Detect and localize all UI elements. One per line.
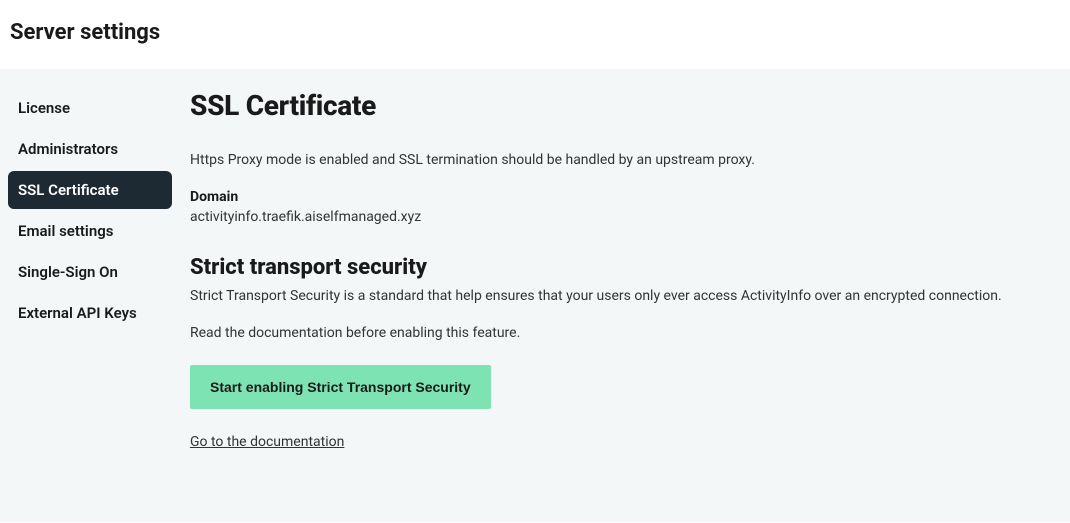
page-header: Server settings bbox=[0, 0, 1070, 69]
sidebar-item-label: Administrators bbox=[18, 140, 118, 158]
sidebar-item-label: Email settings bbox=[18, 222, 113, 240]
sts-title: Strict transport security bbox=[190, 255, 1050, 280]
domain-label: Domain bbox=[190, 189, 1050, 205]
sidebar-item-single-sign-on[interactable]: Single-Sign On bbox=[8, 253, 172, 291]
start-enabling-sts-button[interactable]: Start enabling Strict Transport Security bbox=[190, 365, 491, 409]
sidebar-item-label: License bbox=[18, 99, 70, 117]
sidebar-item-administrators[interactable]: Administrators bbox=[8, 130, 172, 168]
proxy-notice: Https Proxy mode is enabled and SSL term… bbox=[190, 150, 1050, 171]
content-wrapper: License Administrators SSL Certificate E… bbox=[0, 69, 1070, 522]
sidebar-item-ssl-certificate[interactable]: SSL Certificate bbox=[8, 171, 172, 209]
main-content: SSL Certificate Https Proxy mode is enab… bbox=[180, 89, 1070, 492]
sts-description: Strict Transport Security is a standard … bbox=[190, 286, 1050, 307]
sidebar-item-label: SSL Certificate bbox=[18, 181, 119, 199]
sidebar-item-license[interactable]: License bbox=[8, 89, 172, 127]
domain-value: activityinfo.traefik.aiselfmanaged.xyz bbox=[190, 209, 1050, 225]
sidebar-item-label: External API Keys bbox=[18, 304, 137, 322]
sidebar-item-label: Single-Sign On bbox=[18, 263, 118, 281]
page-title: Server settings bbox=[10, 20, 1060, 45]
sidebar-item-email-settings[interactable]: Email settings bbox=[8, 212, 172, 250]
documentation-link[interactable]: Go to the documentation bbox=[190, 434, 344, 450]
sidebar-item-external-api-keys[interactable]: External API Keys bbox=[8, 294, 172, 332]
sts-read-doc: Read the documentation before enabling t… bbox=[190, 325, 1050, 341]
sidebar: License Administrators SSL Certificate E… bbox=[0, 89, 180, 492]
main-title: SSL Certificate bbox=[190, 89, 1050, 122]
